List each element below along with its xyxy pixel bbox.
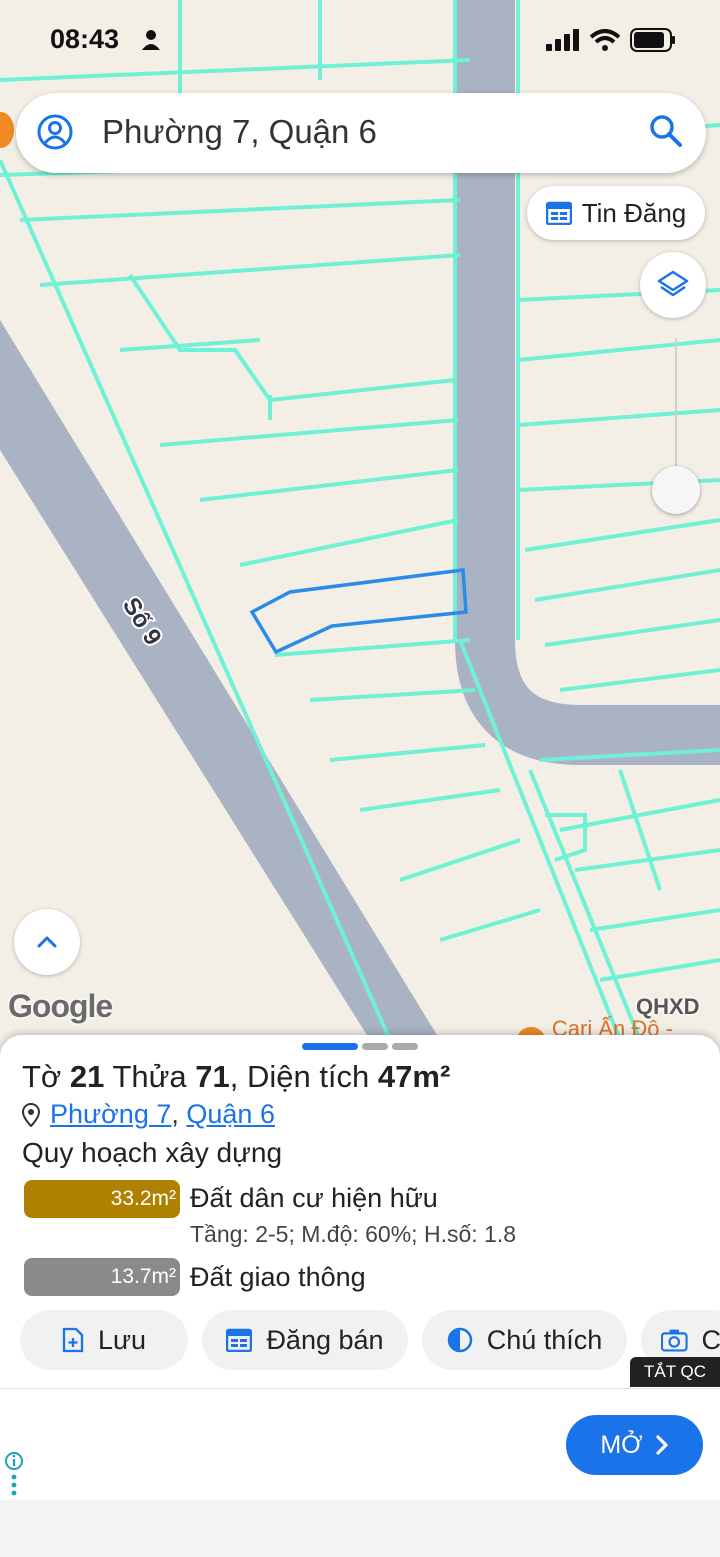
expand-sheet-button[interactable] [14,909,80,975]
search-icon[interactable] [648,113,684,149]
layers-button[interactable] [640,252,706,318]
zone-area-bar: 13.7m² [24,1258,180,1296]
save-doc-icon [62,1327,84,1353]
calendar-icon [226,1328,253,1352]
page-indicator [362,1043,388,1050]
section-title: Quy hoạch xây dựng [22,1137,283,1168]
zone-label: Đất giao thông [190,1262,366,1292]
bottom-safe-area [0,1500,720,1557]
search-bar[interactable]: Phường 7, Quận 6 [16,93,706,173]
search-query[interactable]: Phường 7, Quận 6 [102,113,377,151]
cellular-signal-icon [546,29,579,51]
chevron-right-icon [656,1435,668,1455]
zone-detail: Tầng: 2-5; M.độ: 60%; H.số: 1.8 [190,1221,516,1247]
page-indicator-active [302,1043,358,1050]
district-link[interactable]: Quận 6 [186,1099,275,1129]
google-attribution: Google [8,988,113,1024]
ad-banner[interactable]: MỞ [0,1388,720,1502]
listings-button[interactable]: Tin Đăng [527,186,705,240]
half-circle-icon [447,1327,472,1353]
status-time: 08:43 [50,24,120,54]
wifi-icon [590,29,620,51]
parcel-title: Tờ 21 Thửa 71, Diện tích 47m² [22,1059,451,1094]
account-icon[interactable] [36,113,74,151]
close-ad-button[interactable]: TẮT QC [630,1357,720,1387]
zone-label: Đất dân cư hiện hữu [190,1183,438,1213]
sheet-handle[interactable] [302,1043,418,1050]
status-bar: 08:43 [0,0,720,80]
ad-info-icon[interactable] [4,1451,24,1497]
layers-icon [657,270,689,297]
legend-button[interactable]: Chú thích [422,1310,627,1370]
zoom-slider-handle[interactable] [652,466,700,514]
parcel-info-sheet: Tờ 21 Thửa 71, Diện tích 47m² Phường 7, … [0,1035,720,1390]
listings-label: Tin Đăng [581,197,687,228]
save-button[interactable]: Lưu [20,1310,188,1370]
zone-area-bar: 33.2m² [24,1180,180,1218]
battery-icon [630,28,675,52]
post-for-sale-button[interactable]: Đăng bán [202,1310,408,1370]
action-chips: Lưu Đăng bán Chú thích C [20,1310,720,1370]
camera-icon [661,1329,688,1352]
page-indicator [392,1043,418,1050]
open-ad-button[interactable]: MỞ [566,1415,703,1475]
person-icon [142,30,160,50]
ward-link[interactable]: Phường 7 [50,1099,171,1129]
parcel-location: Phường 7, Quận 6 [22,1099,275,1130]
calendar-icon [545,201,572,225]
location-pin-icon [22,1102,40,1127]
chevron-up-icon [37,936,57,948]
